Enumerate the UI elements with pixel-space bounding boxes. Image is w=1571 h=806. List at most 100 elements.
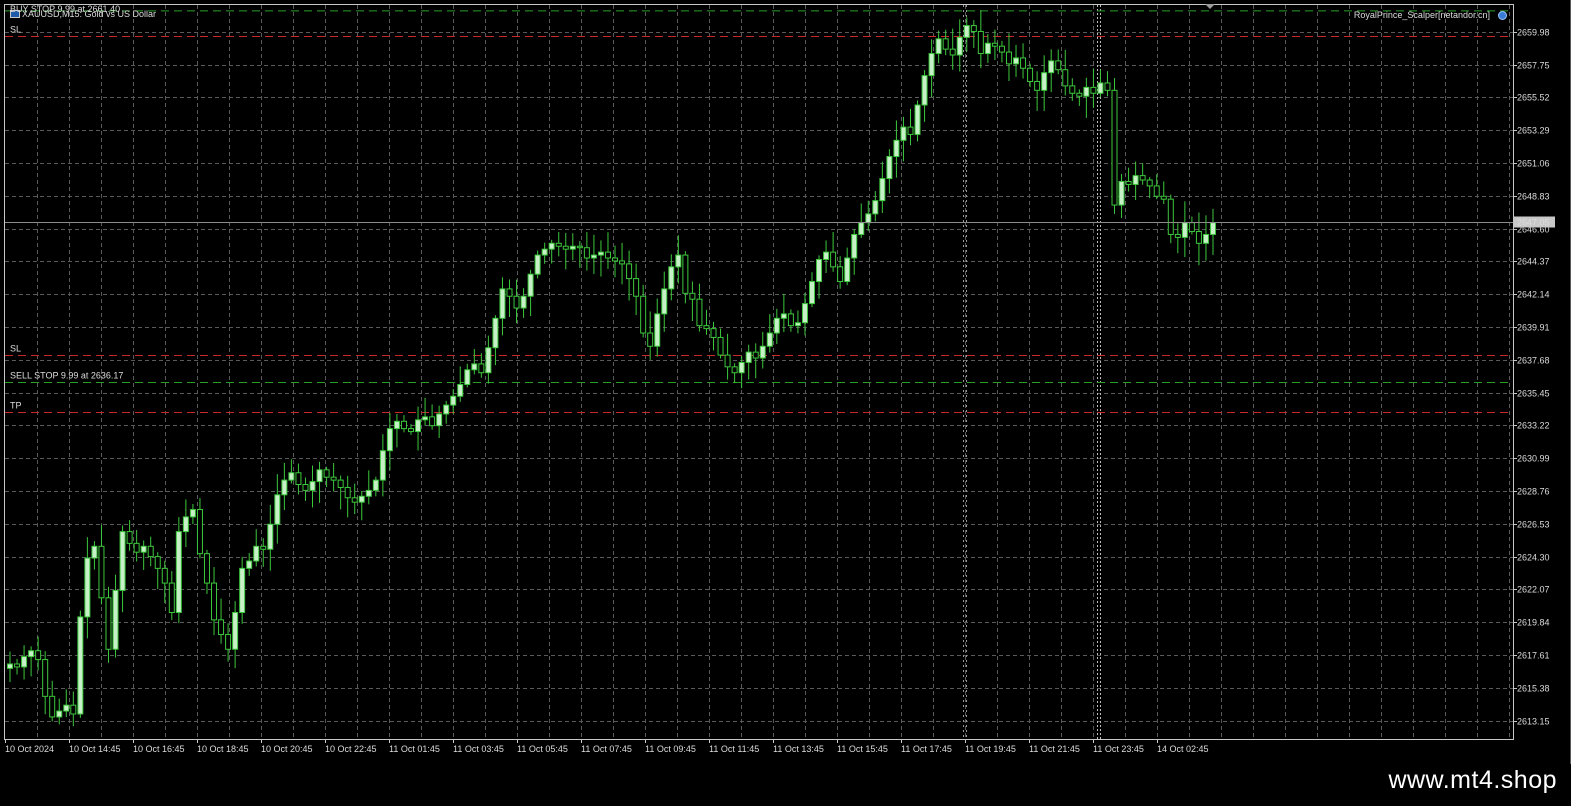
bull-candle <box>77 616 84 715</box>
price-axis-label: 2626.53 <box>1517 520 1550 530</box>
bull-candle <box>436 413 443 427</box>
bear-candle <box>787 313 794 327</box>
bull-candle <box>597 251 604 256</box>
bear-candle <box>478 363 485 374</box>
bull-candle <box>963 25 970 38</box>
bull-candle <box>759 345 766 359</box>
price-axis-label: 2639.91 <box>1517 323 1550 333</box>
bear-candle <box>400 420 407 430</box>
bull-candle <box>422 416 429 421</box>
bull-candle <box>1132 175 1139 185</box>
level-label: TP <box>10 401 22 411</box>
price-axis-label: 2648.83 <box>1517 192 1550 202</box>
bear-candle <box>752 351 759 359</box>
chart-shift-marker-icon[interactable] <box>1205 4 1215 9</box>
bear-candle <box>1005 51 1012 65</box>
bull-candle <box>935 38 942 55</box>
bull-candle <box>661 288 668 315</box>
bull-candle <box>274 494 281 525</box>
bear-candle <box>168 582 175 613</box>
bear-candle <box>14 663 21 668</box>
bull-candle <box>809 281 815 305</box>
footer-bar <box>0 764 1571 806</box>
bull-candle <box>1118 181 1125 206</box>
bear-candle <box>1090 86 1097 94</box>
bear-candle <box>42 659 49 697</box>
bull-candle <box>492 317 499 349</box>
bull-candle <box>246 560 253 569</box>
price-axis-label: 2642.14 <box>1517 290 1550 300</box>
bull-candle <box>738 361 745 374</box>
bull-candle <box>189 509 196 518</box>
bear-candle <box>225 634 232 650</box>
bull-candle <box>393 420 400 430</box>
bull-candle <box>309 481 316 491</box>
price-axis-label: 2653.29 <box>1517 126 1550 136</box>
bear-candle <box>696 298 703 327</box>
expert-advisor-icon[interactable] <box>1498 11 1507 20</box>
bull-candle <box>415 419 422 433</box>
bear-candle <box>689 292 696 300</box>
bear-candle <box>724 354 731 368</box>
bear-candle <box>1027 67 1034 82</box>
bear-candle <box>337 479 344 488</box>
bear-candle <box>731 366 738 374</box>
time-axis-label: 11 Oct 03:45 <box>453 744 504 754</box>
time-axis-label: 10 Oct 14:45 <box>69 744 121 754</box>
price-axis-label: 2655.52 <box>1517 93 1550 103</box>
bear-candle <box>1069 85 1076 94</box>
bear-candle <box>323 469 330 478</box>
bull-candle <box>823 251 830 260</box>
bear-candle <box>513 295 520 309</box>
bull-candle <box>372 479 379 491</box>
bull-candle <box>675 254 682 268</box>
bull-candle <box>471 363 478 371</box>
bull-candle <box>816 258 823 283</box>
bull-candle <box>112 589 119 650</box>
bear-candle <box>1020 57 1027 69</box>
bear-candle <box>991 42 998 47</box>
bear-candle <box>604 251 611 259</box>
bull-candle <box>457 384 464 397</box>
bear-candle <box>626 263 633 280</box>
bull-candle <box>56 710 63 718</box>
time-axis-label: 10 Oct 2024 <box>5 744 54 754</box>
bear-candle <box>647 332 654 347</box>
time-axis-label: 10 Oct 22:45 <box>325 744 377 754</box>
bear-candle <box>126 531 133 544</box>
bear-candle <box>1160 195 1167 200</box>
bear-candle <box>555 242 562 247</box>
bull-candle <box>119 531 126 591</box>
bull-candle <box>886 156 893 180</box>
bull-candle <box>900 126 907 141</box>
bull-candle <box>253 545 260 562</box>
bear-candle <box>703 325 710 330</box>
bear-candle <box>330 476 337 481</box>
price-chart[interactable]: 2659.98 2657.75 2655.52 2653.29 2651.06 2648.… <box>0 0 1571 764</box>
bid-price-label: 2647.05 <box>1517 218 1550 228</box>
bear-candle <box>98 545 105 599</box>
bull-candle <box>527 273 534 297</box>
bear-candle <box>1062 69 1069 87</box>
bull-candle <box>450 395 457 406</box>
bear-candle <box>295 472 302 486</box>
time-axis-label: 11 Oct 21:45 <box>1029 744 1080 754</box>
bear-candle <box>147 545 154 558</box>
bull-candle <box>182 516 189 533</box>
bull-candle <box>316 469 323 483</box>
bear-candle <box>1153 185 1160 197</box>
bear-candle <box>429 416 436 427</box>
level-label: SELL STOP 9.99 at 2636.17 <box>10 371 123 381</box>
bull-candle <box>851 233 858 259</box>
bull-candle <box>984 42 991 55</box>
bear-candle <box>942 38 949 50</box>
price-axis-label: 2622.07 <box>1517 585 1550 595</box>
bear-candle <box>70 704 77 715</box>
price-axis-label: 2633.22 <box>1517 421 1550 431</box>
bear-candle <box>154 556 161 569</box>
bull-candle <box>1048 60 1055 74</box>
price-axis-label: 2628.76 <box>1517 487 1550 497</box>
bull-candle <box>801 303 808 324</box>
symbol-info-title: XAUUSD,M15: Gold vs US Dollar <box>22 9 157 19</box>
time-axis-label: 10 Oct 16:45 <box>133 744 185 754</box>
